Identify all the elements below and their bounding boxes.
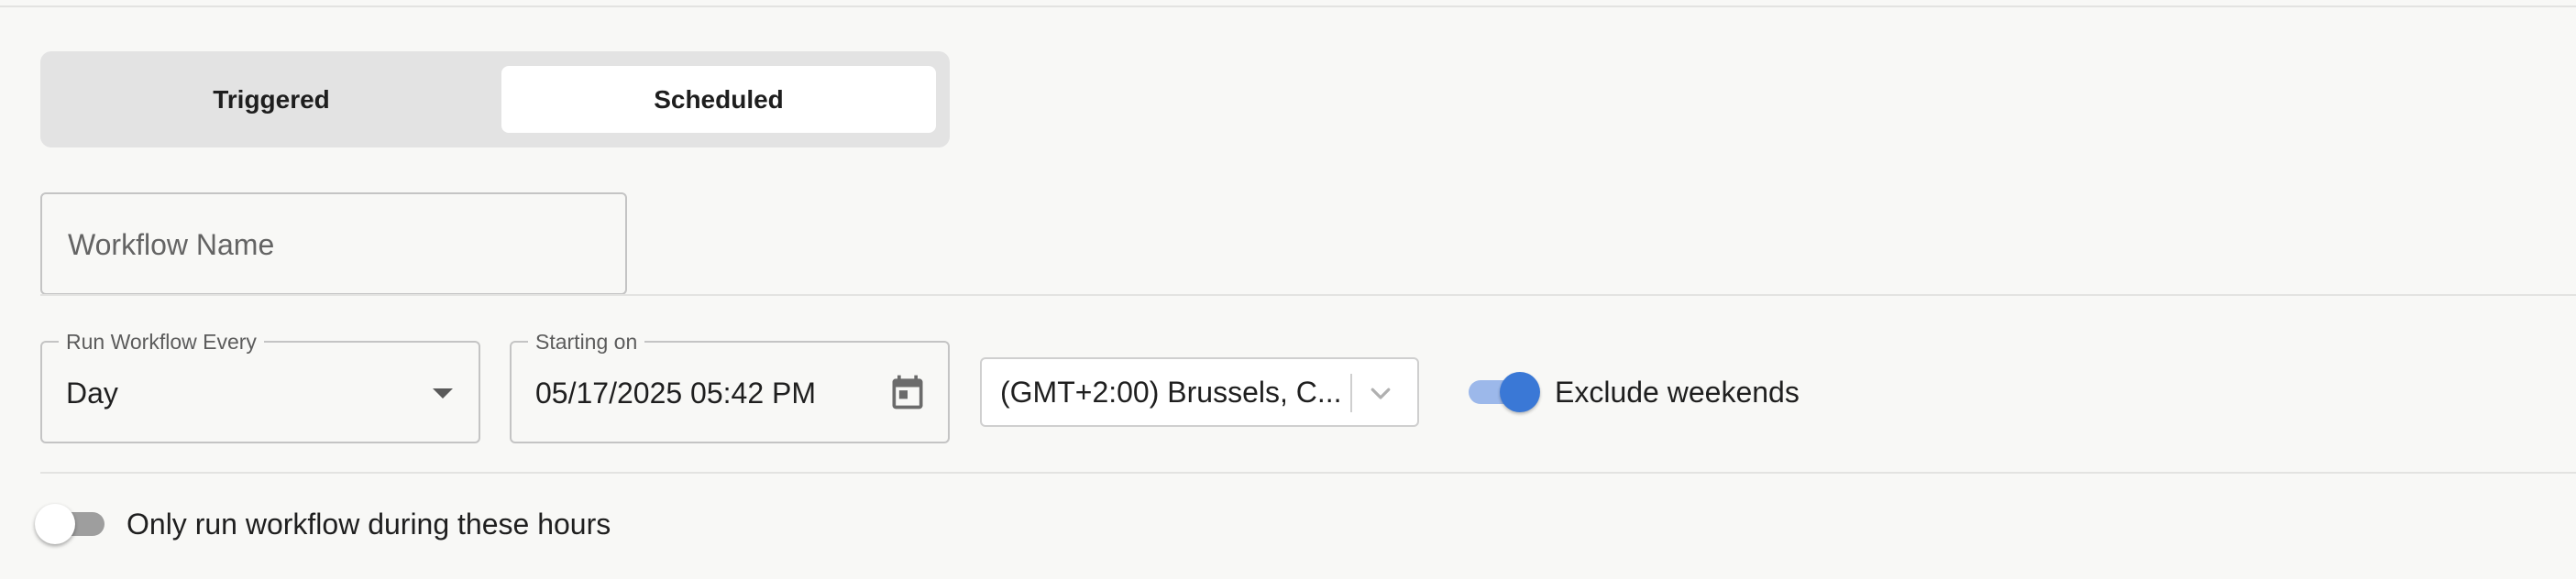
starting-on-field[interactable]: Starting on 05/17/2025 05:42 PM — [510, 330, 950, 443]
workflow-name-input[interactable] — [66, 194, 601, 295]
run-every-select[interactable]: Run Workflow Every Day — [40, 330, 480, 443]
timezone-value: (GMT+2:00) Brussels, C... — [1000, 376, 1342, 409]
only-hours-label: Only run workflow during these hours — [127, 508, 611, 541]
starting-on-label: Starting on — [528, 330, 645, 354]
only-hours-toggle[interactable] — [35, 504, 106, 544]
scheduled-tab[interactable]: Scheduled — [501, 66, 936, 133]
calendar-icon[interactable] — [887, 372, 928, 412]
timezone-select[interactable]: (GMT+2:00) Brussels, C... — [980, 357, 1419, 427]
run-every-value: Day — [66, 377, 118, 410]
top-divider — [0, 5, 2576, 7]
dropdown-separator — [1350, 374, 1352, 412]
caret-down-icon[interactable] — [433, 388, 453, 399]
toggle-thumb — [35, 504, 75, 544]
trigger-type-toggle: Triggered Scheduled — [40, 51, 950, 147]
starting-on-value[interactable]: 05/17/2025 05:42 PM — [535, 375, 816, 411]
run-every-label: Run Workflow Every — [59, 330, 264, 354]
chevron-down-icon[interactable] — [1367, 379, 1394, 407]
section-divider — [40, 472, 2576, 474]
workflow-name-field[interactable] — [40, 192, 627, 295]
section-divider — [40, 294, 2576, 296]
toggle-thumb — [1500, 372, 1540, 412]
exclude-weekends-label: Exclude weekends — [1555, 376, 1800, 409]
exclude-weekends-toggle[interactable] — [1469, 372, 1540, 412]
triggered-tab[interactable]: Triggered — [54, 66, 489, 133]
